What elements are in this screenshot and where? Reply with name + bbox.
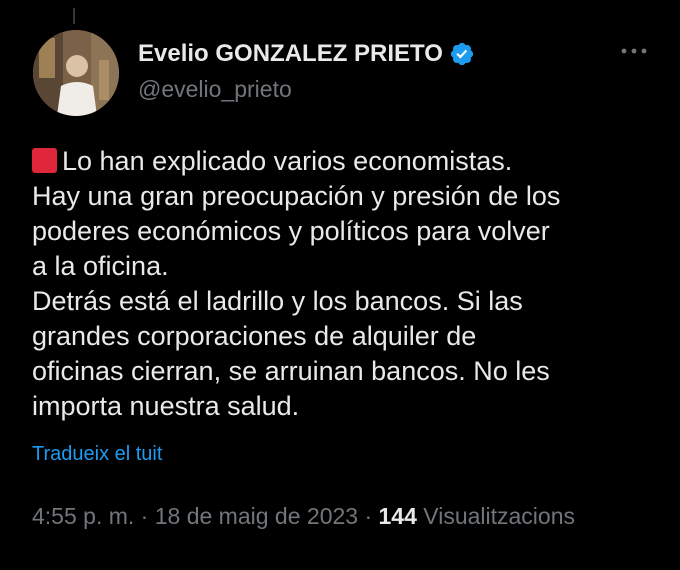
author-handle[interactable]: @evelio_prieto (138, 76, 292, 103)
tweet-line: oficinas cierran, se arruinan bancos. No… (32, 356, 550, 386)
author-display-name[interactable]: Evelio GONZALEZ PRIETO (138, 40, 443, 68)
tweet-line: a la oficina. (32, 251, 169, 281)
tweet-metadata: 4:55 p. m. · 18 de maig de 2023 · 144 Vi… (32, 503, 575, 530)
translate-tweet-link[interactable]: Tradueix el tuit (32, 443, 162, 466)
thread-connector-line (73, 8, 75, 24)
tweet-line: importa nuestra salud. (32, 391, 300, 421)
meta-separator: · (140, 503, 149, 529)
red-square-icon (32, 148, 57, 173)
author-name-row: Evelio GONZALEZ PRIETO (138, 40, 475, 68)
tweet-line: Lo han explicado varios economistas. (32, 144, 662, 179)
more-options-icon[interactable] (620, 44, 648, 58)
verified-badge-icon (449, 41, 475, 67)
tweet-line: poderes económicos y políticos para volv… (32, 216, 550, 246)
tweet-time[interactable]: 4:55 p. m. (32, 503, 134, 529)
meta-separator: · (364, 503, 373, 529)
tweet-line: grandes corporaciones de alquiler de (32, 321, 477, 351)
tweet-date[interactable]: 18 de maig de 2023 (155, 503, 358, 529)
avatar[interactable] (33, 30, 119, 116)
views-count: 144 (378, 503, 417, 529)
views-label: Visualitzacions (423, 503, 575, 529)
tweet-body: Lo han explicado varios economistas. Hay… (32, 144, 662, 424)
tweet-line: Hay una gran preocupación y presión de l… (32, 181, 561, 211)
tweet-line: Detrás está el ladrillo y los bancos. Si… (32, 286, 523, 316)
